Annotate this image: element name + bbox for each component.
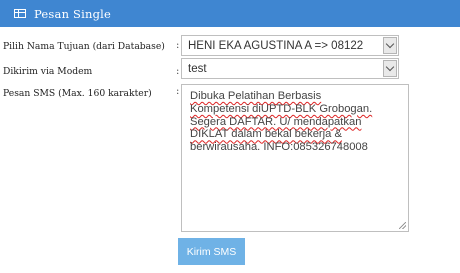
- recipient-separator: :: [176, 40, 180, 51]
- message-line: Segera DAFTAR. U/ mendapatkan: [190, 115, 362, 128]
- recipient-label: Pilih Nama Tujuan (dari Database): [3, 41, 165, 52]
- modem-separator: :: [176, 66, 180, 77]
- modem-select[interactable]: test: [181, 58, 399, 79]
- message-line: Kompetensi diUPTD-BLK Grobogan.: [190, 102, 373, 115]
- recipient-row: Pilih Nama Tujuan (dari Database) : HENI…: [0, 35, 460, 59]
- chevron-down-icon: [385, 39, 395, 49]
- resize-grip-icon[interactable]: [399, 222, 406, 229]
- table-icon: [14, 9, 26, 18]
- panel-header: Pesan Single: [0, 0, 460, 27]
- modem-dropdown-button[interactable]: [383, 60, 397, 77]
- modem-row: Dikirim via Modem : test: [0, 58, 460, 82]
- chevron-down-icon: [385, 62, 395, 72]
- message-separator: :: [176, 86, 180, 97]
- recipient-select[interactable]: HENI EKA AGUSTINA A => 08122: [181, 35, 399, 56]
- message-label: Pesan SMS (Max. 160 karakter): [3, 88, 152, 99]
- modem-label: Dikirim via Modem: [3, 66, 93, 77]
- recipient-dropdown-button[interactable]: [383, 37, 397, 54]
- message-line: Dibuka Pelatihan Berbasis: [190, 90, 322, 102]
- message-row: Pesan SMS (Max. 160 karakter) : Dibuka P…: [0, 84, 460, 234]
- modem-selected-value: test: [188, 63, 207, 75]
- send-sms-button[interactable]: Kirim SMS: [178, 238, 245, 265]
- panel-title: Pesan Single: [34, 6, 112, 21]
- recipient-selected-value: HENI EKA AGUSTINA A => 08122: [188, 40, 364, 52]
- message-line: berwirausaha. INFO:085326748008: [190, 141, 368, 154]
- message-line: DIKLAT dalam bekal bekerja &: [190, 128, 342, 141]
- message-textarea[interactable]: Dibuka Pelatihan Berbasis Kompetensi diU…: [181, 84, 409, 232]
